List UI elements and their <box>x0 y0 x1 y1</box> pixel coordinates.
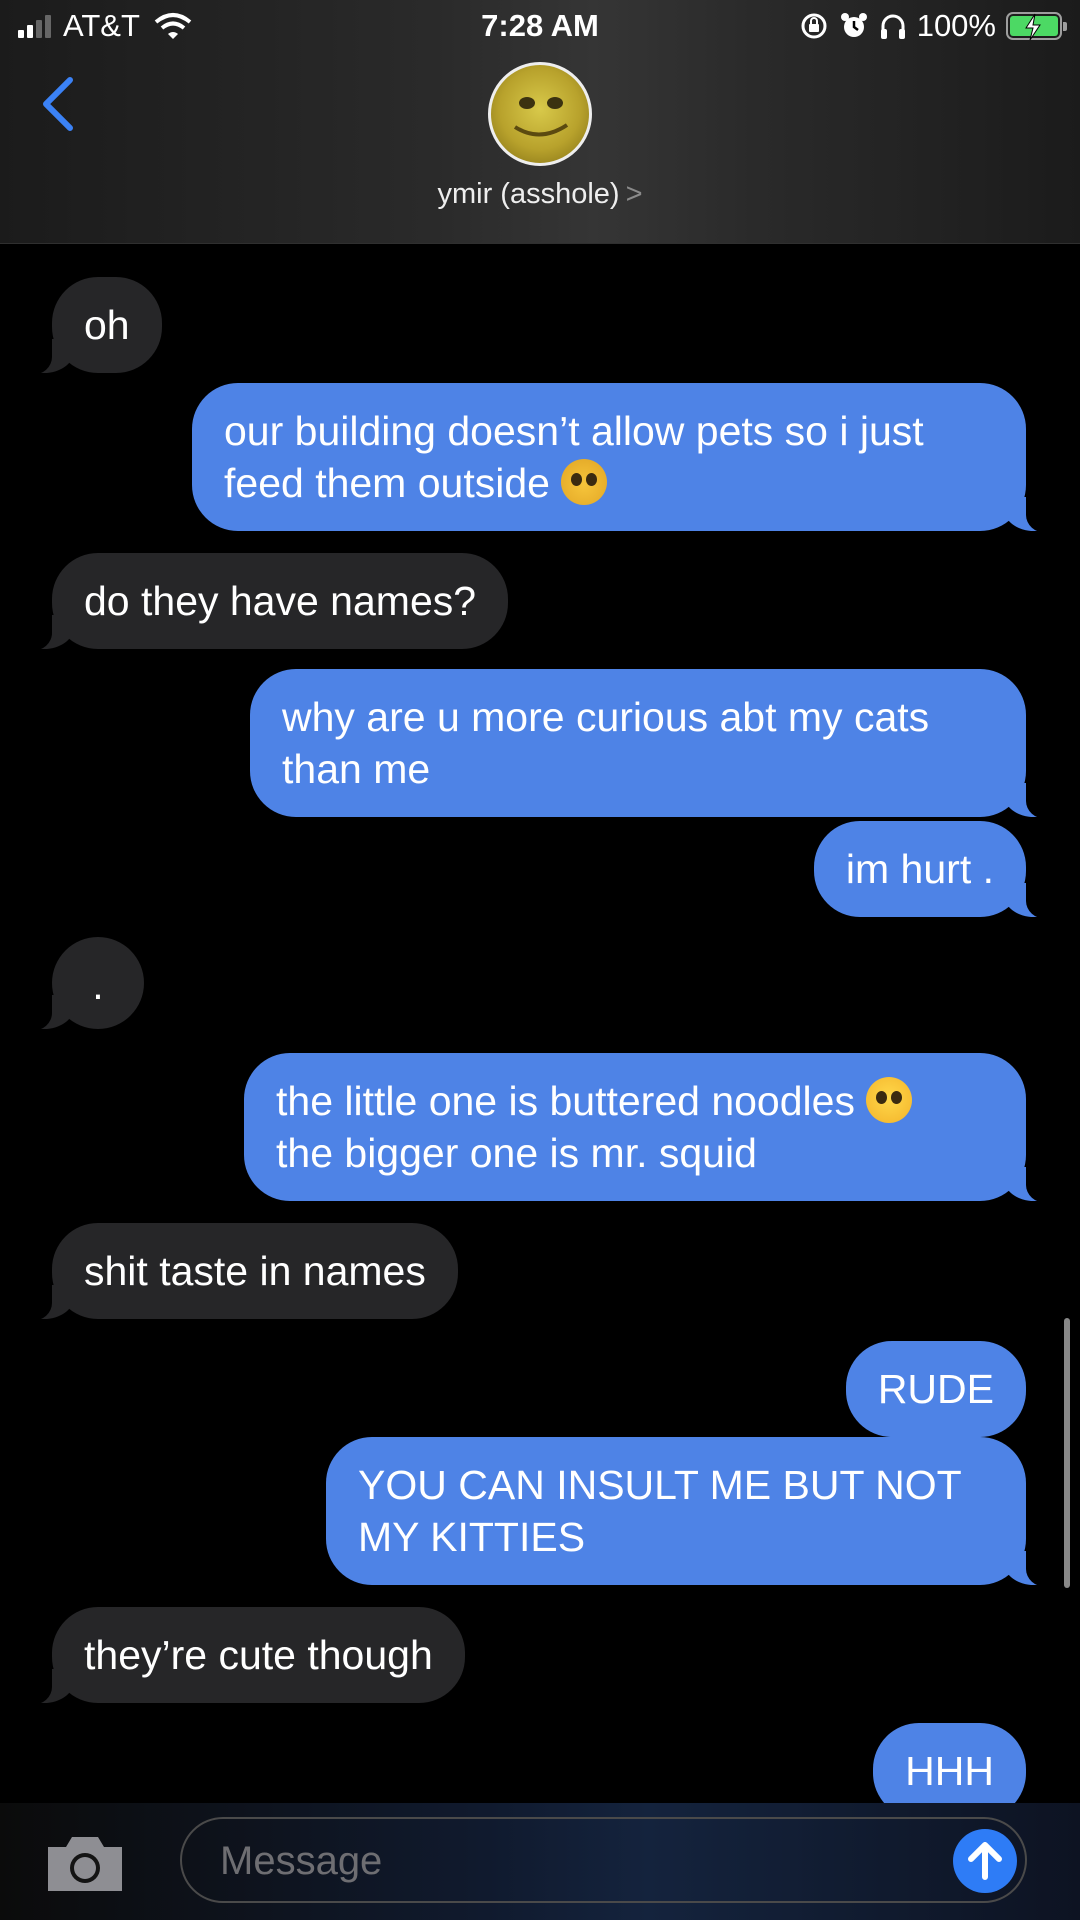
incoming-message[interactable]: shit taste in names <box>26 1223 458 1321</box>
battery-percent: 100% <box>916 8 996 43</box>
chevron-right-icon: > <box>625 178 643 210</box>
message-text: RUDE <box>877 1366 994 1412</box>
rotation-lock-icon <box>801 13 827 39</box>
outgoing-message[interactable]: HHH <box>873 1723 1026 1803</box>
message-text: the bigger one is mr. squid <box>276 1130 757 1176</box>
message-text: HHH <box>905 1748 994 1794</box>
back-chevron-icon[interactable] <box>38 74 78 134</box>
status-bar: AT&T 7:28 AM 100% <box>0 0 1080 54</box>
message-text: do they have names? <box>84 578 477 624</box>
alarm-clock-icon <box>840 13 867 37</box>
incoming-message[interactable]: . <box>26 937 144 1031</box>
incoming-message[interactable]: do they have names? <box>25 553 509 651</box>
camera-icon[interactable] <box>44 1833 126 1895</box>
message-text: they’re cute though <box>84 1632 433 1678</box>
message-text: im hurt . <box>845 846 994 892</box>
contact-name-link[interactable]: ymir (asshole) > <box>0 178 1080 211</box>
message-field[interactable] <box>180 1817 1027 1903</box>
outgoing-message[interactable]: why are u more curious abt my cats than … <box>250 669 1052 819</box>
message-text: why are u more curious abt my cats than … <box>282 694 930 792</box>
message-input[interactable] <box>218 1819 922 1903</box>
contact-avatar[interactable] <box>488 62 592 166</box>
message-text: shit taste in names <box>84 1248 426 1294</box>
scrollbar[interactable] <box>1064 1318 1070 1588</box>
outgoing-message[interactable]: the little one is buttered noodles the b… <box>244 1053 1052 1203</box>
outgoing-message[interactable]: RUDE <box>845 1341 1026 1437</box>
message-composer <box>0 1803 1080 1920</box>
pleading-face-emoji-icon <box>866 1077 913 1123</box>
message-thread[interactable]: oh our building doesn’t allow pets so i … <box>0 243 1080 1803</box>
outgoing-message[interactable]: our building doesn’t allow pets so i jus… <box>192 383 1052 533</box>
incoming-message[interactable]: they’re cute though <box>26 1607 465 1705</box>
outgoing-message[interactable]: im hurt . <box>813 821 1053 919</box>
message-text: oh <box>84 302 130 348</box>
outgoing-message[interactable]: YOU CAN INSULT ME BUT NOT MY KITTIES <box>326 1437 1052 1587</box>
battery-icon <box>1006 12 1067 41</box>
message-text: . <box>92 962 104 1008</box>
send-button[interactable] <box>953 1829 1017 1893</box>
arrow-up-icon <box>968 1842 1002 1880</box>
crying-cat-emoji-icon <box>561 459 608 505</box>
message-text: the little one is buttered noodles <box>276 1078 855 1124</box>
incoming-message[interactable]: oh <box>26 277 162 375</box>
contact-name: ymir (asshole) <box>437 178 620 210</box>
headphones-icon <box>880 14 905 39</box>
message-text: YOU CAN INSULT ME BUT NOT MY KITTIES <box>358 1462 961 1560</box>
